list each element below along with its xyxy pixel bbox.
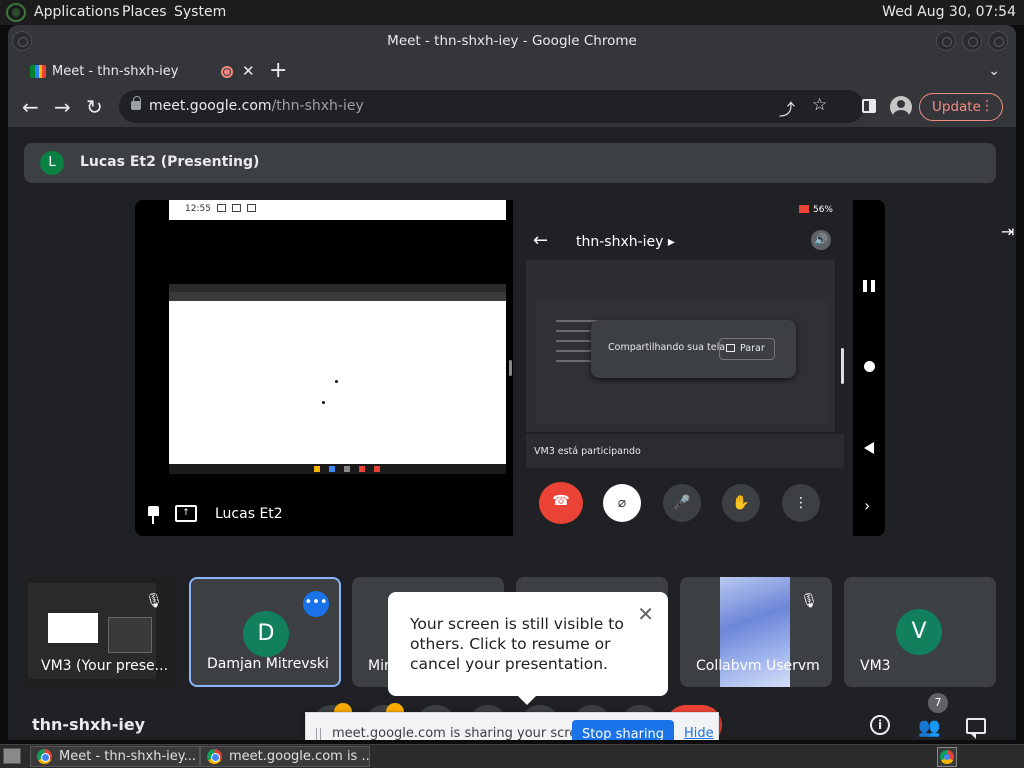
pin-icon[interactable] <box>147 506 160 524</box>
tab-label: Meet - thn-shxh-iey <box>52 64 179 79</box>
stop-sharing-button[interactable]: Stop sharing <box>572 720 674 740</box>
url-text[interactable]: meet.google.com/thn-shxh-iey <box>149 98 364 114</box>
participant-name: Collabvm Uservm <box>696 658 820 674</box>
more-options-icon[interactable]: ••• <box>303 591 329 617</box>
screen-sharing-bar: meet.google.com is sharing your screen. … <box>305 712 719 740</box>
present-to-all-icon[interactable]: ↑ <box>175 505 197 522</box>
pause-icon <box>863 280 875 292</box>
minimize-button[interactable] <box>936 31 956 51</box>
participant-name: Mir <box>368 658 390 674</box>
new-tab-button[interactable]: + <box>269 58 287 83</box>
resize-cursor-icon: ⇥ <box>1001 222 1015 241</box>
tooltip-message: Your screen is still visible to others. … <box>410 615 624 673</box>
people-count-badge: 7 <box>928 693 948 713</box>
tab-search-chevron-icon[interactable]: ⌄ <box>988 63 1000 79</box>
participant-tile-vm3[interactable]: V VM3 <box>844 577 996 687</box>
presenting-banner: L Lucas Et2 (Presenting) <box>24 143 996 183</box>
close-window-button[interactable] <box>988 31 1008 51</box>
browser-toolbar: ← → ↻ meet.google.com/thn-shxh-iey ⤴ ☆ U… <box>8 87 1016 127</box>
shared-desktop-screenshot <box>169 284 506 474</box>
chat-icon[interactable] <box>966 718 986 739</box>
show-desktop-icon[interactable] <box>3 748 21 764</box>
lock-icon[interactable] <box>131 96 141 110</box>
taskbar-item-sharing[interactable]: meet.google.com is ... <box>200 746 370 767</box>
phone-camera-off-icon: ⌀ <box>603 484 641 522</box>
update-button[interactable]: Update ⋮ <box>919 93 1003 121</box>
sharing-message: meet.google.com is sharing your screen. <box>332 726 598 740</box>
phone-back-icon: ← <box>533 230 549 251</box>
tooltip-arrow <box>517 695 537 705</box>
chrome-icon <box>37 749 52 764</box>
side-panel-icon[interactable] <box>862 99 876 113</box>
recording-icon <box>221 66 233 78</box>
participant-name: VM3 <box>860 658 891 674</box>
meeting-info-icon[interactable]: i <box>870 715 890 735</box>
meeting-code: thn-shxh-iey <box>32 715 146 734</box>
phone-scrollbar <box>841 348 844 384</box>
maximize-button[interactable] <box>962 31 982 51</box>
participant-avatar: V <box>896 609 942 655</box>
phone-mic-icon: 🎤 <box>663 484 701 522</box>
bookmark-star-icon[interactable]: ☆ <box>812 95 827 115</box>
title-bar[interactable]: Meet - thn-shxh-iey - Google Chrome <box>8 25 1016 57</box>
browser-window: Meet - thn-shxh-iey - Google Chrome Meet… <box>8 25 1016 740</box>
phone-join-notice: VM3 está participando <box>526 434 844 468</box>
menu-system[interactable]: System <box>174 4 226 20</box>
profile-avatar-icon[interactable] <box>890 96 912 118</box>
participant-tile-damjan[interactable]: ••• D Damjan Mitrevski <box>189 577 341 687</box>
panel-clock[interactable]: Wed Aug 30, 07:54 <box>882 4 1016 20</box>
top-panel: Applications Places System Wed Aug 30, 0… <box>0 0 1024 25</box>
speaker-icon: 🔊 <box>811 230 831 250</box>
mic-off-icon: 🎙 <box>800 593 818 609</box>
system-logo-icon[interactable] <box>6 3 26 22</box>
back-button[interactable]: ← <box>22 95 39 119</box>
address-bar[interactable]: meet.google.com/thn-shxh-iey ⤴ ☆ <box>119 90 864 123</box>
meet-favicon-icon <box>30 65 46 78</box>
window-title: Meet - thn-shxh-iey - Google Chrome <box>387 33 637 49</box>
hide-link[interactable]: Hide <box>684 726 714 740</box>
phone-meeting-title: thn-shxh-iey ▸ <box>576 234 675 250</box>
tooltip-close-icon[interactable]: ✕ <box>637 602 654 626</box>
participant-name: Damjan Mitrevski <box>207 656 329 672</box>
phone-hand-icon: ✋ <box>722 484 760 522</box>
participant-name: VM3 (Your prese... <box>41 658 169 674</box>
people-icon[interactable]: 👥 <box>918 717 940 738</box>
meet-page: L Lucas Et2 (Presenting) 12:55 56% ← thn… <box>8 127 1016 740</box>
phone-preview: Compartilhando sua tela Parar <box>526 260 835 432</box>
mic-off-icon: 🎙 <box>145 593 163 609</box>
chevron-right-icon[interactable]: › <box>864 496 870 515</box>
shared-phone-screen: 56% ← thn-shxh-iey ▸ 🔊 Compartilhando su… <box>513 200 885 536</box>
forward-button[interactable]: → <box>54 95 71 119</box>
phone-sharing-pill: Compartilhando sua tela Parar <box>591 320 796 378</box>
tab-meet[interactable]: Meet - thn-shxh-iey ✕ <box>18 57 258 87</box>
phone-nav-bar: › <box>853 200 885 536</box>
presentation-stage[interactable]: 12:55 56% ← thn-shxh-iey ▸ 🔊 Compartilha… <box>135 200 885 536</box>
back-triangle-icon <box>864 442 874 454</box>
phone-more-icon: ⋮ <box>782 484 820 522</box>
menu-applications[interactable]: Applications <box>34 4 120 20</box>
presenter-avatar: L <box>40 151 64 175</box>
phone-status-bar: 56% <box>798 205 833 215</box>
presentation-tooltip[interactable]: Your screen is still visible to others. … <box>388 592 668 705</box>
more-menu-icon[interactable]: ⋮ <box>980 98 994 114</box>
tab-strip: Meet - thn-shxh-iey ✕ + ⌄ <box>8 57 1016 87</box>
participant-avatar: D <box>243 611 289 657</box>
presenting-label: Lucas Et2 (Presenting) <box>80 154 260 170</box>
reload-button[interactable]: ↻ <box>86 95 103 119</box>
participant-tile-vm3-self[interactable]: 🎙 VM3 (Your prese... <box>25 577 177 687</box>
taskbar: Meet - thn-shxh-iey... meet.google.com i… <box>0 744 1024 768</box>
phone-end-call-icon: ☎ <box>539 482 583 524</box>
taskbar-item-meet[interactable]: Meet - thn-shxh-iey... <box>30 746 200 767</box>
split-divider <box>509 360 512 376</box>
home-icon <box>864 361 875 372</box>
chrome-icon <box>207 749 222 764</box>
share-icon[interactable]: ⤴ <box>779 96 795 120</box>
stage-presenter-name: Lucas Et2 <box>215 506 283 522</box>
tab-close-icon[interactable]: ✕ <box>242 62 255 80</box>
drag-grip-icon[interactable] <box>316 728 321 740</box>
shared-screen-statusbar: 12:55 <box>169 200 506 220</box>
menu-places[interactable]: Places <box>122 4 167 20</box>
participant-tile-collabvm[interactable]: 🎙 Collabvm Uservm <box>680 577 832 687</box>
tray-chrome-icon[interactable] <box>937 747 957 767</box>
